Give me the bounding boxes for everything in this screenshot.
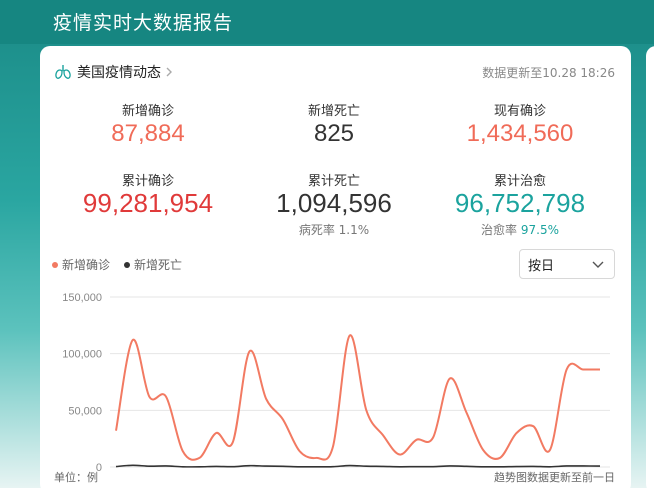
update-time: 数据更新至10.28 18:26 [482, 66, 615, 80]
unit-label: 单位：例 [54, 471, 98, 484]
stat-label: 现有确诊 [493, 104, 546, 119]
legend-label: 新增死亡 [134, 258, 183, 272]
stat-label: 累计治愈 [493, 174, 546, 189]
lungs-icon [55, 65, 71, 79]
stat-value: 96,752,798 [454, 188, 586, 218]
fatality-rate: 病死率 1.1% [236, 221, 432, 238]
legend-item-new-deaths[interactable]: 新增死亡 [124, 256, 182, 273]
stat-total-recovered: 累计治愈 96,752,798 治愈率 97.5% [422, 170, 618, 238]
stats-card: 美国疫情动态 数据更新至10.28 18:26 新增确诊 87,884 新增死亡… [40, 46, 631, 488]
card-title: 美国疫情动态 [77, 65, 161, 81]
y-tick-label: 50,000 [68, 405, 102, 417]
chart-legend: 新增确诊 新增死亡 [52, 256, 196, 273]
period-select-value: 按日 [528, 258, 555, 274]
next-card-edge [646, 46, 654, 488]
recovery-rate: 治愈率 97.5% [422, 221, 618, 238]
dot-icon [124, 261, 131, 268]
stat-total-confirmed: 累计确诊 99,281,954 [50, 170, 246, 219]
chevron-right-icon [166, 67, 172, 77]
legend-item-new-confirmed[interactable]: 新增确诊 [52, 256, 110, 273]
stat-value: 99,281,954 [82, 188, 214, 218]
chevron-down-icon [592, 261, 604, 268]
stat-value: 87,884 [111, 120, 185, 147]
stat-label: 新增死亡 [307, 104, 360, 119]
stat-label: 累计确诊 [121, 174, 174, 189]
period-select[interactable]: 按日 [519, 249, 615, 279]
stat-current-confirmed: 现有确诊 1,434,560 [422, 100, 618, 148]
page-title: 疫情实时大数据报告 [53, 12, 234, 34]
stat-new-deaths: 新增死亡 825 [236, 100, 432, 148]
stat-label: 累计死亡 [307, 174, 360, 189]
y-tick-label: 100,000 [62, 349, 102, 361]
stat-label: 新增确诊 [121, 104, 174, 119]
stat-value: 1,094,596 [276, 188, 392, 218]
y-tick-label: 150,000 [62, 292, 102, 304]
card-header[interactable]: 美国疫情动态 [54, 62, 173, 82]
stat-total-deaths: 累计死亡 1,094,596 病死率 1.1% [236, 170, 432, 238]
rate-value: 97.5% [520, 223, 559, 237]
trend-chart: 150,000100,00050,00009.289.3010.210.410.… [62, 292, 610, 472]
data-note: 趋势图数据更新至前一日 [494, 471, 615, 484]
stat-value: 825 [313, 120, 355, 147]
legend-label: 新增确诊 [62, 258, 111, 272]
rate-value: 1.1% [338, 223, 370, 237]
stat-new-confirmed: 新增确诊 87,884 [50, 100, 246, 148]
dot-icon [52, 261, 58, 268]
stat-value: 1,434,560 [466, 120, 574, 147]
rate-label: 治愈率 [481, 223, 518, 237]
rate-label: 病死率 [298, 223, 335, 237]
